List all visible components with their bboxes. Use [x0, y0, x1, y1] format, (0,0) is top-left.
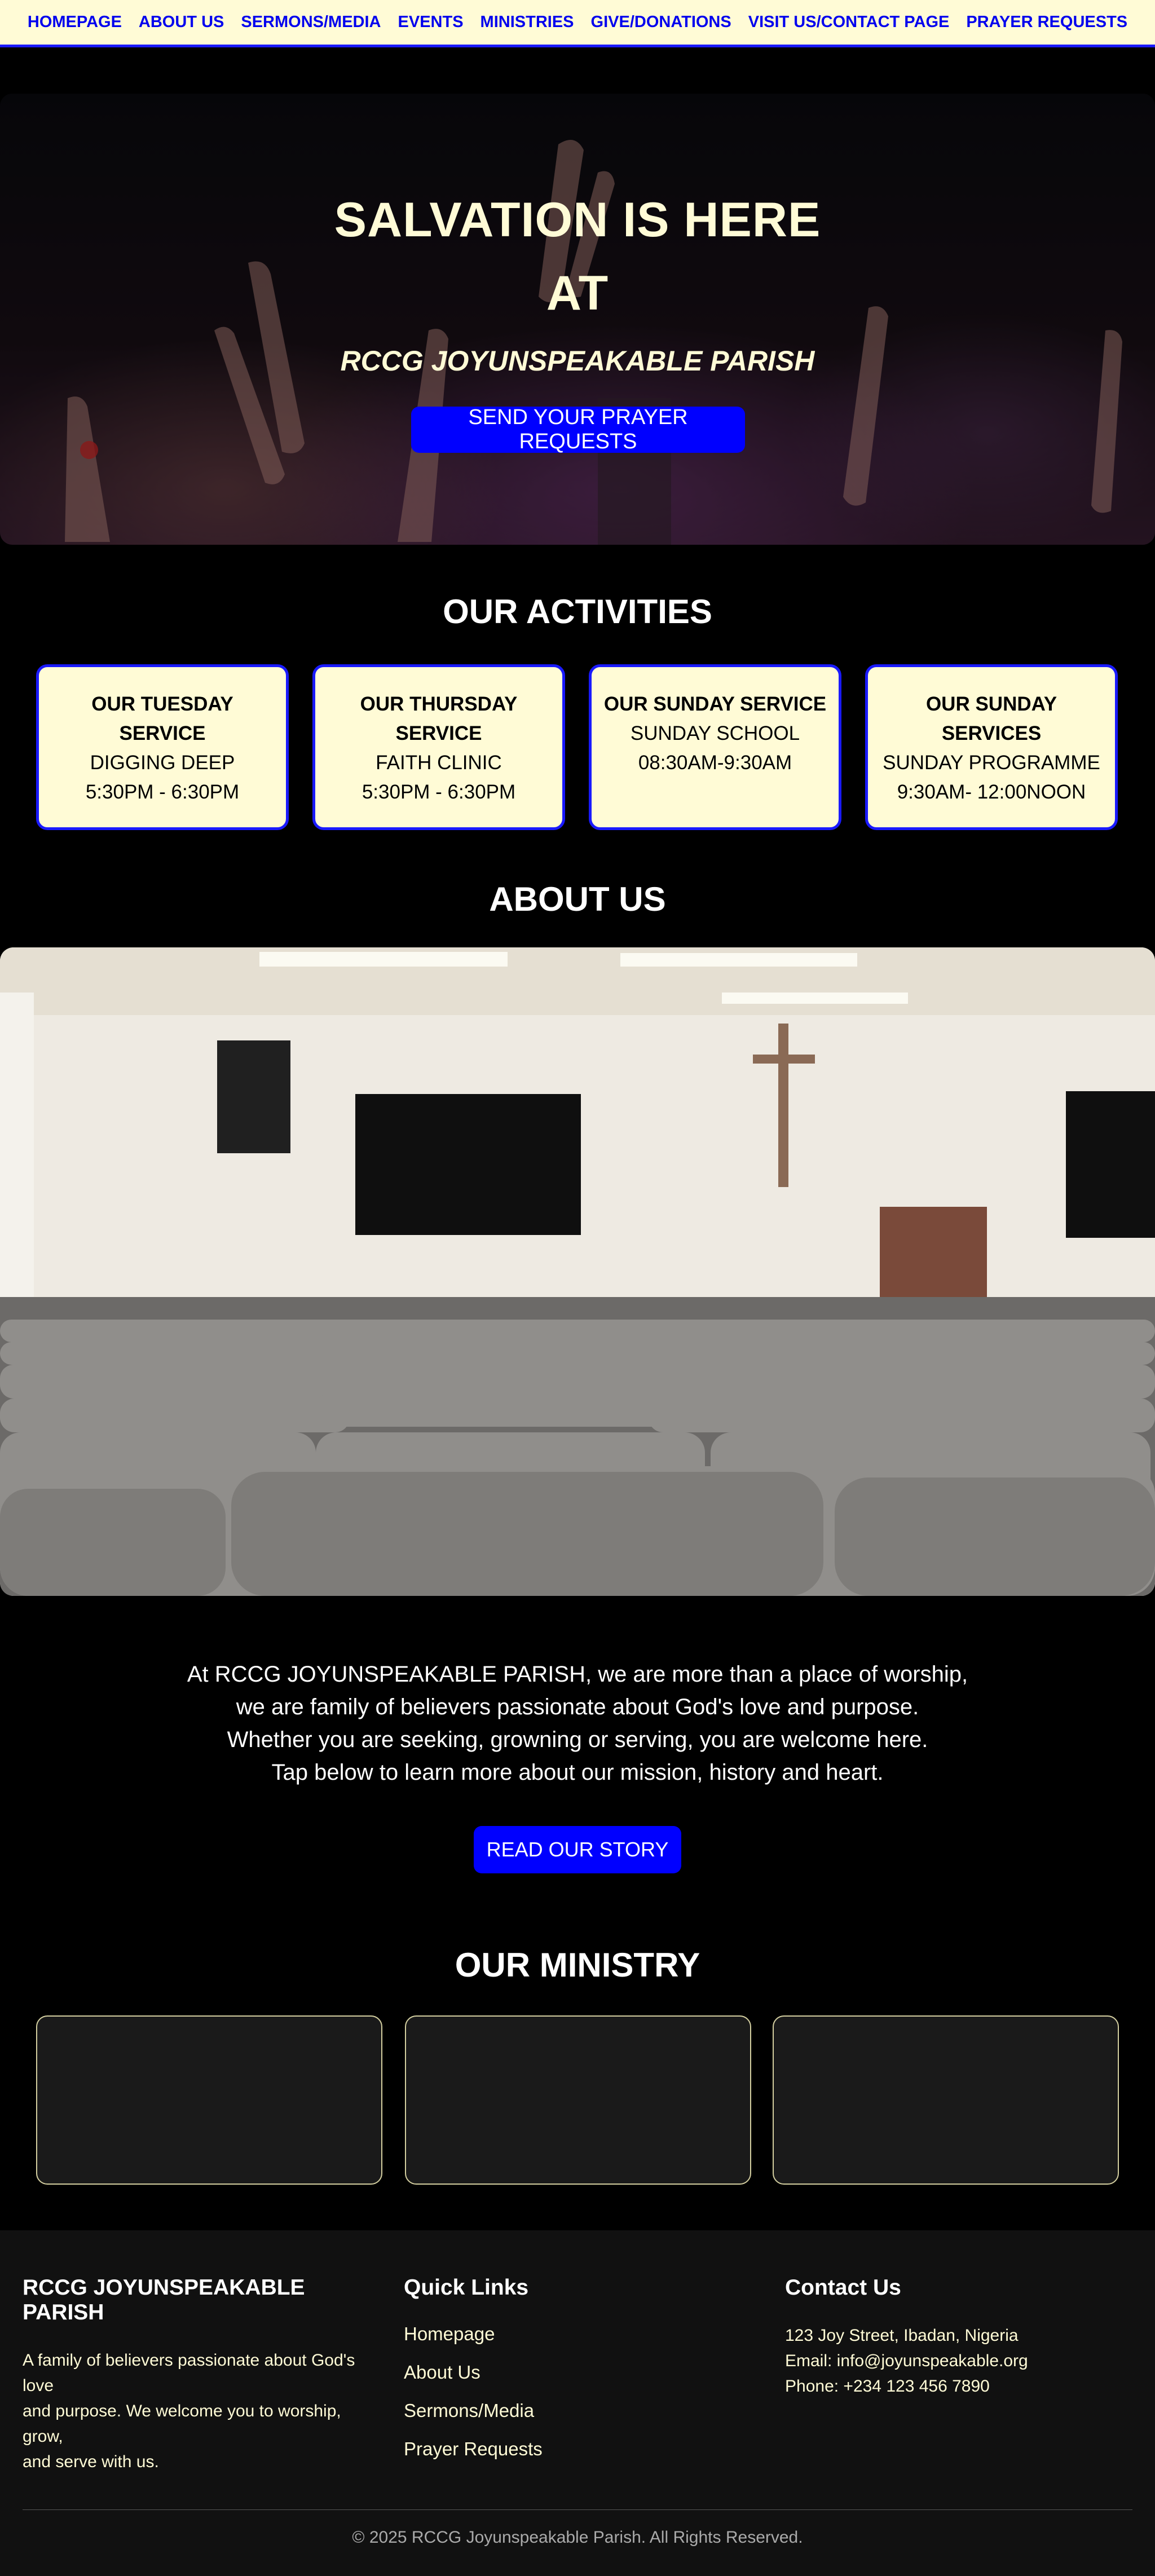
- footer-about-column: RCCG JOYUNSPEAKABLE PARISH A family of b…: [23, 2275, 383, 2474]
- activity-name: SUNDAY SCHOOL: [630, 722, 800, 744]
- footer-contact-column: Contact Us 123 Joy Street, Ibadan, Niger…: [785, 2275, 1135, 2399]
- church-interior-image: [0, 947, 1155, 1596]
- contact-phone[interactable]: Phone: +234 123 456 7890: [785, 2374, 1135, 2399]
- activity-name: FAITH CLINIC: [376, 752, 502, 774]
- ministry-card[interactable]: [405, 2015, 751, 2185]
- nav-link-give-donations[interactable]: GIVE/DONATIONS: [583, 13, 740, 32]
- hero-title-line2: AT: [546, 266, 609, 320]
- read-our-story-button[interactable]: READ OUR STORY: [474, 1826, 681, 1873]
- nav-link-ministries[interactable]: MINISTRIES: [472, 13, 583, 32]
- site-footer: RCCG JOYUNSPEAKABLE PARISH A family of b…: [0, 2230, 1155, 2576]
- activity-heading: SERVICES: [941, 722, 1042, 744]
- activity-card-sunday-school: OUR SUNDAY SERVICE SUNDAY SCHOOL 08:30AM…: [589, 664, 841, 830]
- activity-time: 08:30AM-9:30AM: [638, 752, 792, 774]
- contact-address: 123 Joy Street, Ibadan, Nigeria: [785, 2326, 1019, 2345]
- send-prayer-requests-button[interactable]: SEND YOUR PRAYER REQUESTS: [411, 405, 745, 453]
- activities-title: OUR ACTIVITIES: [443, 593, 712, 630]
- footer-divider: [23, 2509, 1132, 2510]
- quick-links-title: Quick Links: [404, 2275, 529, 2300]
- nav-link-homepage[interactable]: HOMEPAGE: [19, 13, 130, 32]
- ministry-title: OUR MINISTRY: [455, 1946, 700, 1984]
- footer-link-sermons-media[interactable]: Sermons/Media: [404, 2392, 742, 2430]
- footer-description-line: and serve with us.: [23, 2453, 159, 2471]
- about-line: Tap below to learn more about our missio…: [271, 1760, 884, 1785]
- activity-time: 5:30PM - 6:30PM: [85, 781, 240, 803]
- hero-title-line1: SALVATION IS HERE: [334, 193, 821, 247]
- activity-heading: OUR SUNDAY SERVICE: [603, 693, 827, 715]
- activity-heading: OUR SUNDAY: [925, 693, 1057, 715]
- about-line: we are family of believers passionate ab…: [236, 1695, 919, 1719]
- activity-time: 5:30PM - 6:30PM: [362, 781, 516, 803]
- activity-heading: OUR TUESDAY: [91, 693, 233, 715]
- hero-subtitle: RCCG JOYUNSPEAKABLE PARISH: [340, 345, 815, 377]
- footer-description-line: and purpose. We welcome you to worship, …: [23, 2402, 341, 2446]
- activity-time: 9:30AM- 12:00NOON: [897, 781, 1086, 803]
- nav-link-events[interactable]: EVENTS: [390, 13, 472, 32]
- copyright-text: © 2025 RCCG Joyunspeakable Parish. All R…: [352, 2528, 803, 2547]
- about-title: ABOUT US: [489, 880, 666, 918]
- activity-card-tuesday: OUR TUESDAY SERVICE DIGGING DEEP 5:30PM …: [36, 664, 289, 830]
- activity-name: SUNDAY PROGRAMME: [883, 752, 1100, 774]
- activity-card-sunday-services: OUR SUNDAY SERVICES SUNDAY PROGRAMME 9:3…: [865, 664, 1118, 830]
- nav-link-prayer-requests[interactable]: PRAYER REQUESTS: [958, 13, 1136, 32]
- nav-link-about-us[interactable]: ABOUT US: [130, 13, 232, 32]
- footer-link-about-us[interactable]: About Us: [404, 2353, 742, 2392]
- ministry-card[interactable]: [36, 2015, 382, 2185]
- footer-quick-links-column: Quick Links Homepage About Us Sermons/Me…: [404, 2275, 742, 2468]
- activity-card-thursday: OUR THURSDAY SERVICE FAITH CLINIC 5:30PM…: [312, 664, 565, 830]
- nav-link-visit-contact[interactable]: VISIT US/CONTACT PAGE: [740, 13, 958, 32]
- footer-brand: RCCG JOYUNSPEAKABLE PARISH: [23, 2275, 305, 2324]
- footer-description: A family of believers passionate about G…: [23, 2348, 383, 2474]
- footer-description-line: A family of believers passionate about G…: [23, 2351, 355, 2395]
- activity-heading: SERVICE: [119, 722, 206, 744]
- about-line: At RCCG JOYUNSPEAKABLE PARISH, we are mo…: [187, 1662, 968, 1687]
- activity-heading: OUR THURSDAY: [360, 693, 518, 715]
- footer-link-prayer-requests[interactable]: Prayer Requests: [404, 2430, 742, 2468]
- about-line: Whether you are seeking, growning or ser…: [227, 1727, 928, 1752]
- nav-link-sermons-media[interactable]: SERMONS/MEDIA: [232, 13, 389, 32]
- hero-banner: SALVATION IS HERE AT RCCG JOYUNSPEAKABLE…: [0, 94, 1155, 545]
- footer-link-homepage[interactable]: Homepage: [404, 2315, 742, 2353]
- contact-email[interactable]: Email: info@joyunspeakable.org: [785, 2348, 1135, 2374]
- activity-heading: SERVICE: [395, 722, 482, 744]
- ministry-card[interactable]: [773, 2015, 1119, 2185]
- top-nav: HOMEPAGE ABOUT US SERMONS/MEDIA EVENTS M…: [0, 0, 1155, 47]
- activity-name: DIGGING DEEP: [90, 752, 235, 774]
- contact-title: Contact Us: [785, 2275, 901, 2300]
- about-description: At RCCG JOYUNSPEAKABLE PARISH, we are mo…: [183, 1658, 972, 1789]
